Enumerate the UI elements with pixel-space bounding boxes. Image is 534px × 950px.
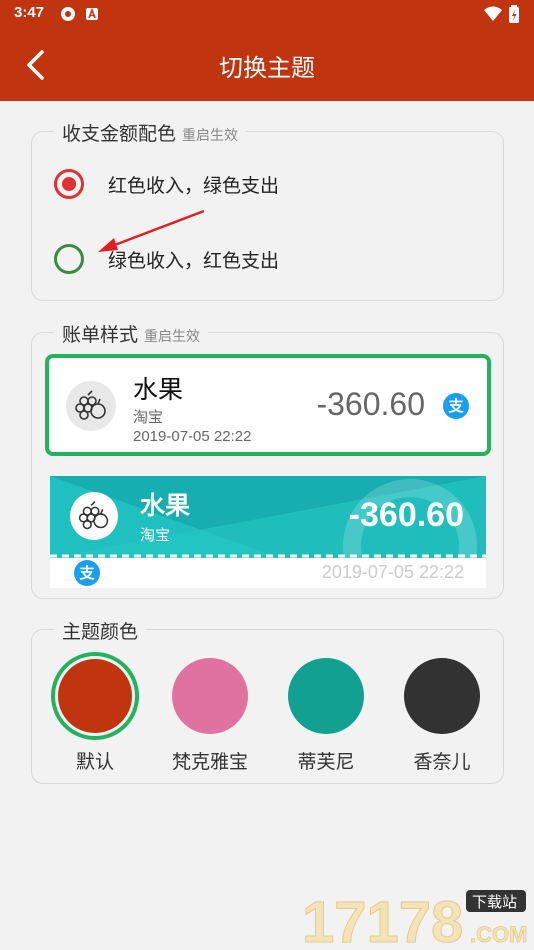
- page-title: 切换主题: [219, 54, 315, 82]
- bill-source: 淘宝: [133, 408, 164, 426]
- status-time: 3:47: [14, 4, 45, 21]
- color-swatch[interactable]: [404, 658, 480, 734]
- watermark-logo-icon: 17178 下载站 .COM: [302, 890, 528, 950]
- amount-color-title: 收支金额配色: [62, 123, 177, 145]
- bill-date: 2019-07-05 22:22: [321, 562, 464, 582]
- bill-name: 水果: [133, 375, 184, 404]
- color-swatch[interactable]: [288, 658, 364, 734]
- radio-option-red-income[interactable]: 红色收入，绿色支出: [54, 167, 279, 201]
- amount-color-note: 重启生效: [182, 128, 239, 144]
- svg-text:.COM: .COM: [470, 922, 527, 947]
- status-bar: 3:47: [0, 0, 534, 28]
- radio-unchecked-icon[interactable]: [54, 244, 84, 274]
- theme-color-legend: 主题颜色: [54, 617, 147, 644]
- bill-style-section: 账单样式 重启生效 水果 淘宝 2019-07-05 22:22 -360.60 …: [31, 320, 504, 599]
- svg-text:下载站: 下载站: [472, 893, 517, 911]
- bill-style-card-classic[interactable]: 水果 淘宝 2019-07-05 22:22 -360.60 支: [45, 354, 491, 456]
- app-bar: 切换主题: [0, 28, 534, 101]
- vpn-icon: [61, 7, 75, 21]
- alipay-icon: 支: [74, 560, 100, 586]
- bill-style-legend: 账单样式 重启生效: [54, 320, 209, 347]
- theme-color-section: 主题颜色 默认 梵克雅宝 蒂芙尼 香奈儿: [31, 617, 504, 784]
- site-watermark: 17178 下载站 .COM: [300, 886, 530, 950]
- wifi-icon: [484, 6, 502, 21]
- ticket-footer: 支 2019-07-05 22:22: [50, 558, 486, 588]
- fruit-icon: [70, 492, 118, 540]
- theme-color-title: 主题颜色: [62, 621, 139, 643]
- alipay-icon: 支: [443, 393, 469, 419]
- amount-color-section: 收支金额配色 重启生效 红色收入，绿色支出 绿色收入，红色支出: [31, 119, 504, 301]
- color-swatch[interactable]: [172, 658, 248, 734]
- bill-name: 水果: [140, 491, 191, 520]
- bill-amount: -360.60: [316, 386, 425, 422]
- bill-style-card-ticket[interactable]: 水果 淘宝 -360.60 支 2019-07-05 22:22: [50, 476, 486, 588]
- battery-icon: [509, 5, 519, 23]
- bill-date: 2019-07-05 22:22: [133, 428, 252, 445]
- fruit-icon: [66, 381, 116, 431]
- radio-checked-icon[interactable]: [54, 169, 84, 199]
- amount-color-legend: 收支金额配色 重启生效: [54, 119, 247, 146]
- annotation-arrow-icon: [98, 209, 205, 252]
- bill-source: 淘宝: [140, 526, 171, 544]
- svg-text:17178: 17178: [302, 890, 463, 948]
- bill-amount: -360.60: [348, 496, 464, 534]
- bill-style-note: 重启生效: [144, 329, 201, 345]
- ticket-header: 水果 淘宝 -360.60: [50, 476, 486, 558]
- radio-label: 红色收入，绿色支出: [108, 174, 280, 197]
- color-label: 香奈儿: [413, 751, 471, 773]
- bill-style-title: 账单样式: [62, 324, 139, 346]
- notification-a-icon: [86, 7, 98, 20]
- color-swatch[interactable]: [51, 652, 139, 740]
